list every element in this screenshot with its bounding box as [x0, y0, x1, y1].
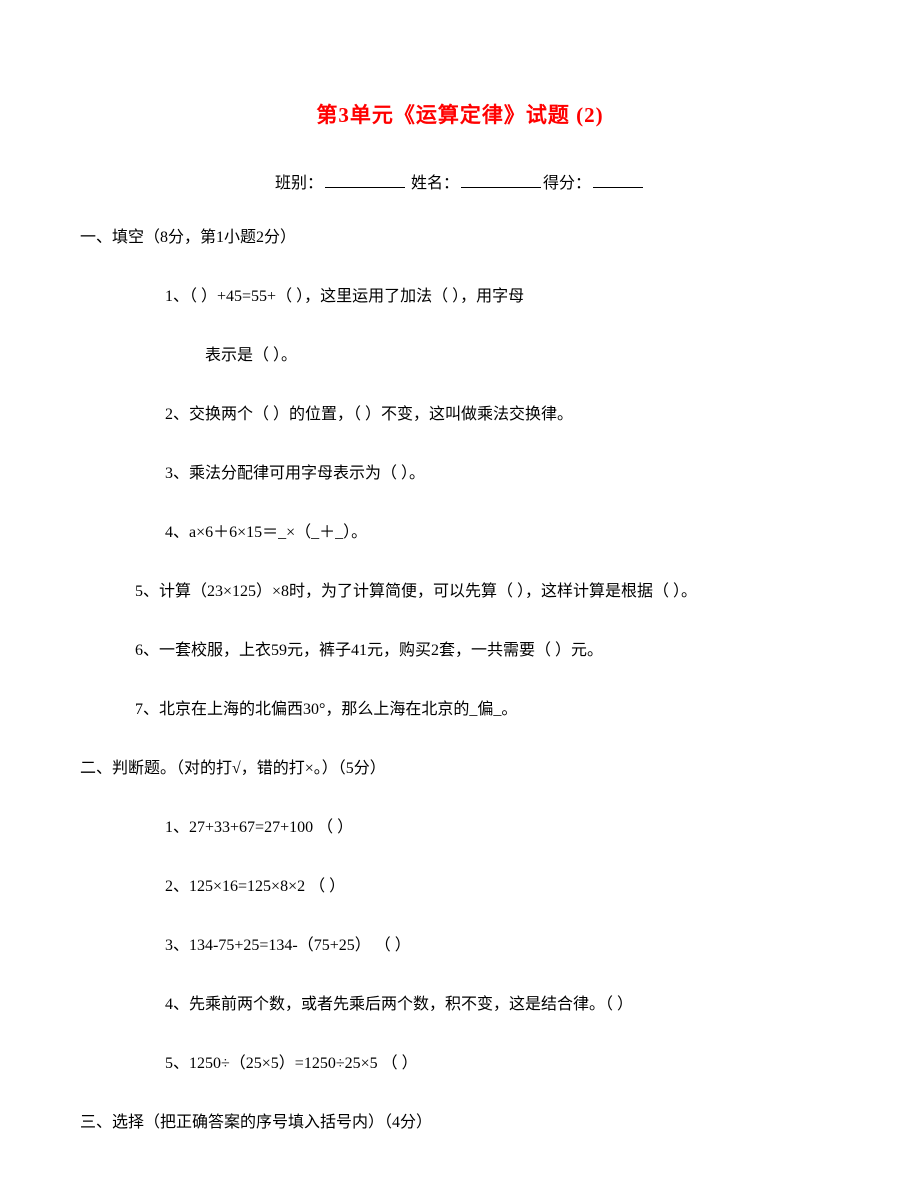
s1-q4: 4、a×6＋6×15＝_×（_＋_）。	[165, 521, 840, 545]
s2-q2: 2、125×16=125×8×2 （ ）	[165, 875, 840, 899]
score-blank[interactable]	[593, 172, 643, 188]
s1-q2: 2、交换两个（ ）的位置，（ ）不变，这叫做乘法交换律。	[165, 403, 840, 427]
s1-q1-cont: 表示是（ ）。	[205, 344, 840, 368]
s2-q4: 4、先乘前两个数，或者先乘后两个数，积不变，这是结合律。（ ）	[165, 993, 840, 1017]
student-info-row: 班别： 姓名： 得分：	[80, 172, 840, 196]
section-2-header: 二、判断题。（对的打√，错的打×。）（5分）	[80, 757, 840, 781]
name-label: 姓名：	[411, 175, 459, 192]
s1-q6: 6、一套校服，上衣59元，裤子41元，购买2套，一共需要（ ）元。	[135, 639, 840, 663]
section-3-header: 三、选择（把正确答案的序号填入括号内）（4分）	[80, 1111, 840, 1135]
class-label: 班别：	[275, 175, 323, 192]
s2-q1: 1、27+33+67=27+100 （ ）	[165, 816, 840, 840]
class-blank[interactable]	[325, 172, 405, 188]
document-title: 第3单元《运算定律》试题 (2)	[80, 100, 840, 132]
s1-q7: 7、北京在上海的北偏西30°，那么上海在北京的_偏_。	[135, 698, 840, 722]
s1-q3: 3、乘法分配律可用字母表示为（ ）。	[165, 462, 840, 486]
section-1-header: 一、填空（8分，第1小题2分）	[80, 226, 840, 250]
score-label: 得分：	[543, 175, 591, 192]
s2-q3: 3、134-75+25=134-（75+25） （ ）	[165, 934, 840, 958]
s2-q5: 5、1250÷（25×5）=1250÷25×5 （ ）	[165, 1052, 840, 1076]
name-blank[interactable]	[461, 172, 541, 188]
s1-q5: 5、计算（23×125）×8时，为了计算简便，可以先算（ ），这样计算是根据（ …	[135, 580, 840, 604]
s1-q1: 1、（ ）+45=55+（ ），这里运用了加法（ ），用字母	[165, 285, 840, 309]
